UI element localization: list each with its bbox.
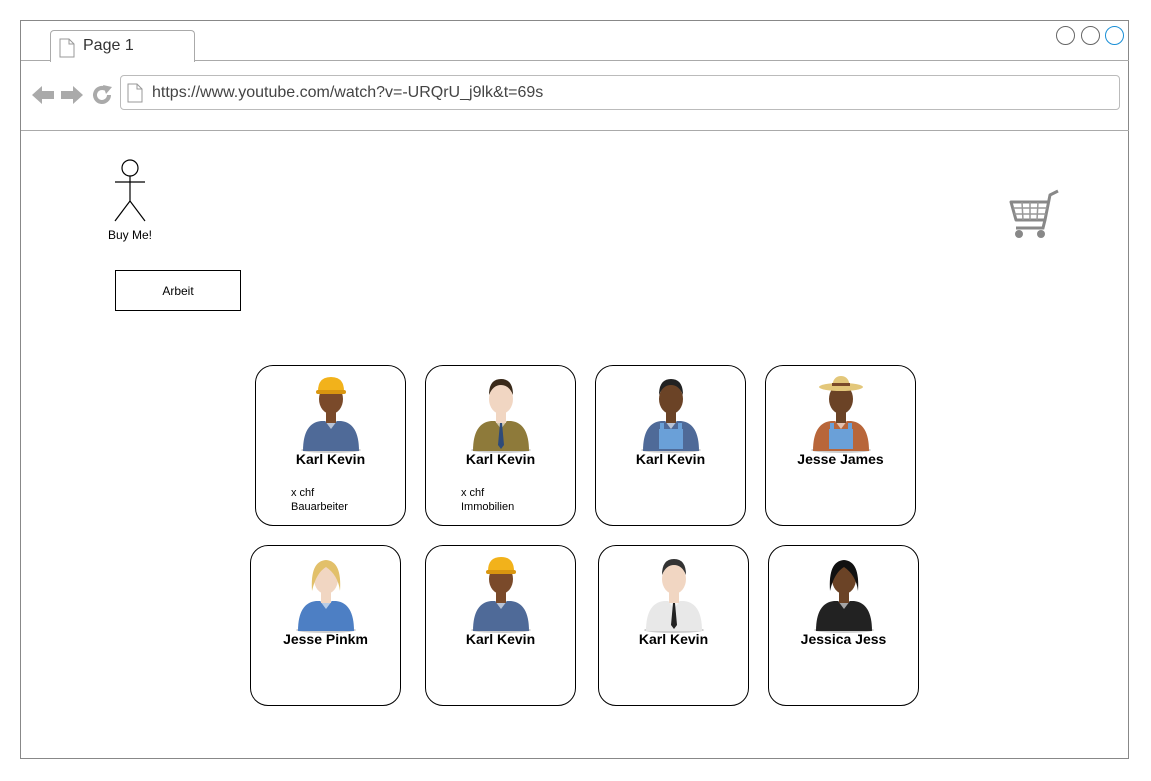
- arbeit-button[interactable]: Arbeit: [115, 270, 241, 311]
- person-card[interactable]: Jesse James: [765, 365, 916, 526]
- person-name: Karl Kevin: [295, 451, 366, 467]
- back-arrow-icon[interactable]: [31, 84, 55, 106]
- reload-icon[interactable]: [91, 84, 113, 106]
- person-avatar-icon: [639, 371, 703, 453]
- shopping-cart-icon[interactable]: [1008, 188, 1062, 242]
- person-avatar-icon: [469, 371, 533, 453]
- person-card[interactable]: Jessica Jess: [768, 545, 919, 706]
- person-name: Jesse Pinkm: [283, 631, 368, 647]
- person-card[interactable]: Jesse Pinkm: [250, 545, 401, 706]
- person-price: x chf: [461, 487, 485, 499]
- url-text: https://www.youtube.com/watch?v=-URQrU_j…: [152, 84, 544, 101]
- person-name: Jessica Jess: [800, 631, 887, 647]
- browser-tab[interactable]: Page 1: [50, 30, 195, 62]
- logo-caption: Buy Me!: [107, 228, 152, 242]
- person-job: Bauarbeiter: [291, 501, 348, 513]
- person-name: Jesse James: [797, 451, 884, 467]
- person-card[interactable]: Karl Kevin: [595, 365, 746, 526]
- window-minimize-button[interactable]: [1056, 26, 1075, 45]
- stick-figure-logo-icon[interactable]: [110, 158, 150, 224]
- person-avatar-icon: [469, 551, 533, 633]
- person-avatar-icon: [812, 551, 876, 633]
- person-card[interactable]: Karl Kevin x chf Immobilien: [425, 365, 576, 526]
- person-card[interactable]: Karl Kevin: [598, 545, 749, 706]
- person-price: x chf: [291, 487, 315, 499]
- window-maximize-button[interactable]: [1081, 26, 1100, 45]
- page-icon: [127, 83, 143, 103]
- person-card[interactable]: Karl Kevin x chf Bauarbeiter: [255, 365, 406, 526]
- person-name: Karl Kevin: [465, 631, 536, 647]
- person-avatar-icon: [294, 551, 358, 633]
- person-name: Karl Kevin: [465, 451, 536, 467]
- person-avatar-icon: [299, 371, 363, 453]
- person-name: Karl Kevin: [638, 631, 709, 647]
- tab-title: Page 1: [83, 37, 134, 54]
- person-job: Immobilien: [461, 501, 515, 513]
- person-card[interactable]: Karl Kevin: [425, 545, 576, 706]
- person-avatar-icon: [642, 551, 706, 633]
- person-name: Karl Kevin: [635, 451, 706, 467]
- window-close-button[interactable]: [1105, 26, 1124, 45]
- toolbar-divider: [21, 130, 1129, 131]
- person-avatar-icon: [809, 371, 873, 453]
- page-icon: [59, 38, 75, 58]
- address-bar[interactable]: https://www.youtube.com/watch?v=-URQrU_j…: [120, 75, 1120, 110]
- forward-arrow-icon[interactable]: [60, 84, 84, 106]
